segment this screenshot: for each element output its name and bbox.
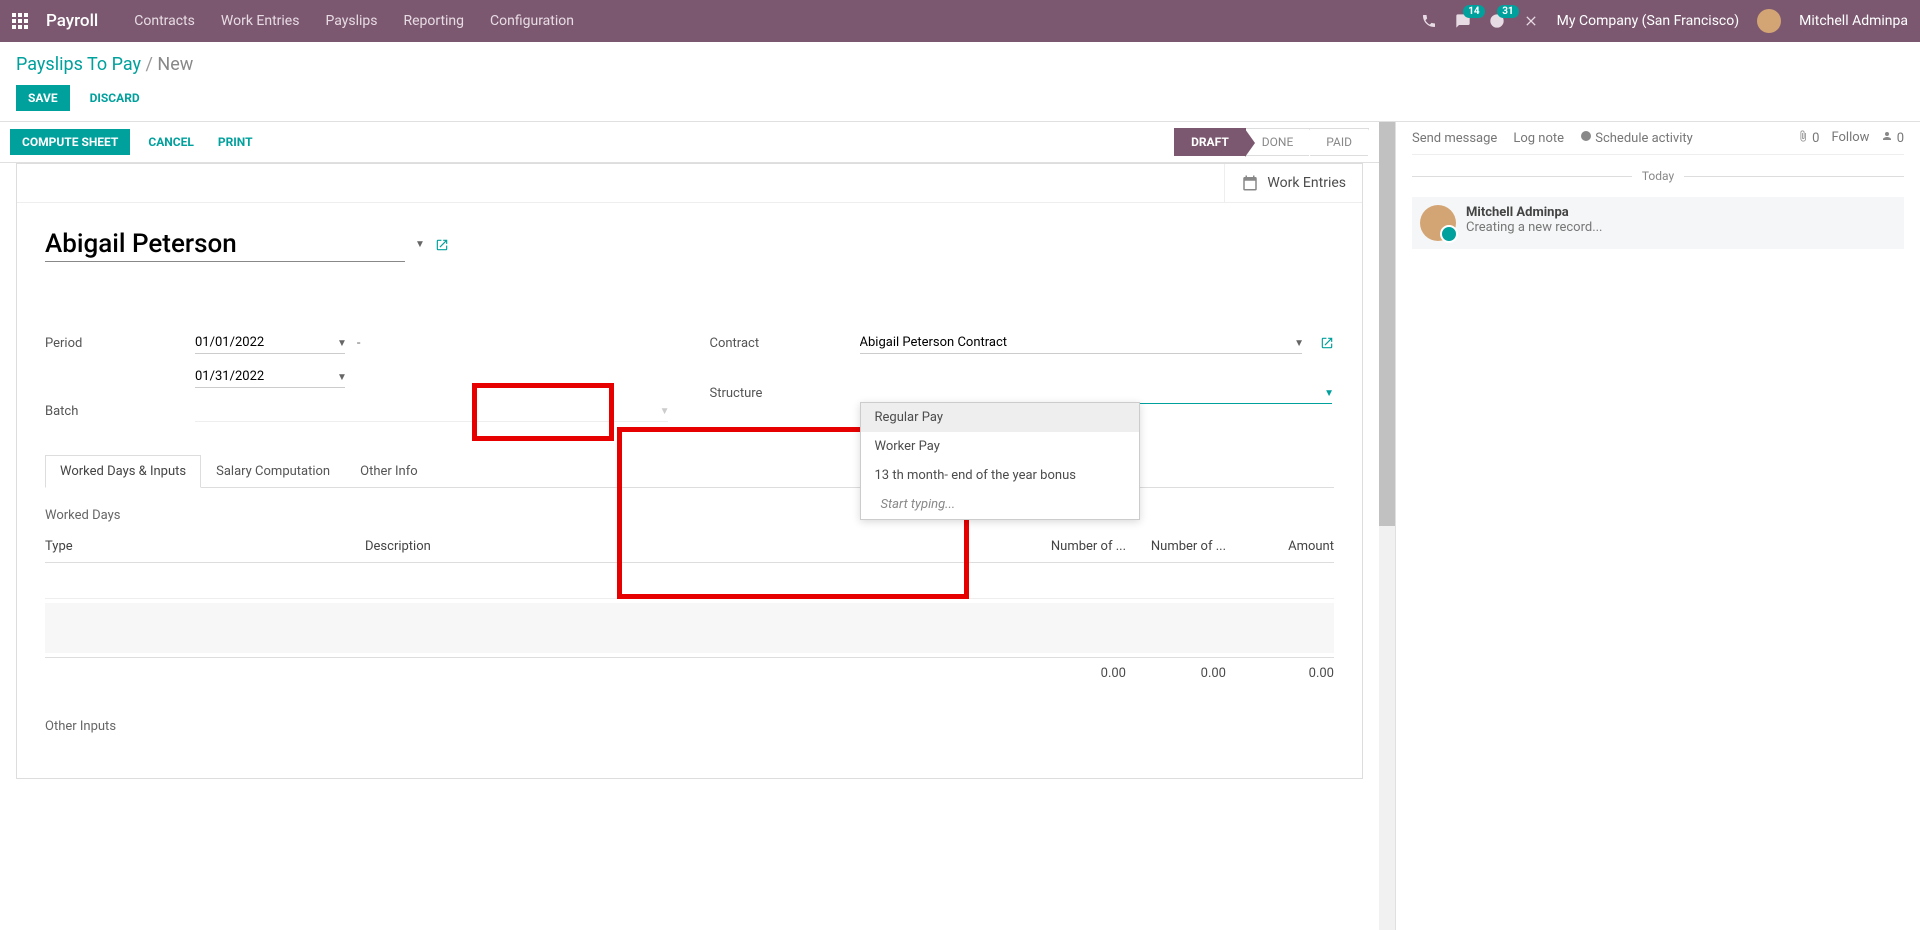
dropdown-footer: Start typing... (861, 490, 1139, 519)
total-amount: 0.00 (1234, 666, 1334, 681)
caret-down-icon[interactable]: ▼ (415, 239, 425, 250)
stage-done[interactable]: DONE (1246, 128, 1311, 156)
tabs: Worked Days & Inputs Salary Computation … (45, 454, 1334, 488)
caret-down-icon[interactable]: ▼ (337, 372, 347, 383)
nav-payslips[interactable]: Payslips (325, 13, 377, 29)
form-sheet: Work Entries ▼ Period (16, 163, 1363, 779)
apps-icon[interactable] (12, 13, 28, 29)
structure-dropdown: Regular Pay Worker Pay 13 th month- end … (860, 402, 1140, 520)
control-panel: Payslips To Pay / New SAVE DISCARD (0, 42, 1920, 122)
dropdown-option[interactable]: Worker Pay (861, 432, 1139, 461)
user-icon (1881, 130, 1893, 142)
user-avatar[interactable] (1757, 9, 1781, 33)
total-days: 0.00 (1034, 666, 1134, 681)
print-button[interactable]: PRINT (206, 129, 265, 155)
col-type: Type (45, 539, 365, 554)
worked-days-table: Type Description Number of ... Number of… (45, 531, 1334, 689)
activity-badge: 31 (1497, 5, 1518, 18)
scrollbar[interactable] (1379, 122, 1395, 930)
form-area: COMPUTE SHEET CANCEL PRINT DRAFT DONE PA… (0, 122, 1379, 930)
followers-count[interactable]: 0 (1881, 130, 1904, 146)
work-entries-button[interactable]: Work Entries (1224, 164, 1362, 202)
avatar (1420, 205, 1456, 241)
breadcrumb-root[interactable]: Payslips To Pay (16, 54, 141, 75)
dropdown-option[interactable]: 13 th month- end of the year bonus (861, 461, 1139, 490)
employee-field[interactable] (45, 227, 405, 262)
total-hours: 0.00 (1134, 666, 1234, 681)
user-name[interactable]: Mitchell Adminpa (1799, 13, 1908, 29)
top-nav: Payroll Contracts Work Entries Payslips … (0, 0, 1920, 42)
caret-down-icon[interactable]: ▼ (1324, 388, 1334, 399)
breadcrumb-current: New (157, 54, 193, 75)
date-to-field[interactable] (195, 366, 345, 388)
other-inputs-title: Other Inputs (45, 719, 1334, 734)
close-icon[interactable] (1523, 13, 1539, 29)
cancel-button[interactable]: CANCEL (136, 129, 205, 155)
caret-down-icon[interactable]: ▼ (1294, 338, 1304, 349)
tab-salary-computation[interactable]: Salary Computation (201, 455, 345, 488)
nav-menu: Contracts Work Entries Payslips Reportin… (134, 13, 574, 29)
contract-field[interactable] (860, 332, 1303, 354)
caret-down-icon[interactable]: ▼ (660, 406, 670, 417)
nav-reporting[interactable]: Reporting (403, 13, 464, 29)
col-amount: Amount (1234, 539, 1334, 554)
log-note-button[interactable]: Log note (1513, 131, 1564, 146)
chatter: Send message Log note Schedule activity … (1395, 122, 1920, 930)
clock-icon (1580, 130, 1592, 142)
attachments-count[interactable]: 0 (1797, 130, 1820, 146)
work-entries-label: Work Entries (1267, 175, 1346, 191)
table-row[interactable] (45, 603, 1334, 653)
period-label: Period (45, 336, 195, 351)
activity-icon[interactable]: 31 (1489, 13, 1505, 29)
caret-down-icon[interactable]: ▼ (337, 338, 347, 349)
breadcrumb: Payslips To Pay / New (16, 54, 1904, 75)
app-brand[interactable]: Payroll (46, 11, 98, 31)
stage-draft[interactable]: DRAFT (1174, 128, 1246, 156)
external-link-icon[interactable] (1320, 336, 1334, 350)
dropdown-option[interactable]: Regular Pay (861, 403, 1139, 432)
batch-field[interactable] (195, 400, 668, 422)
batch-label: Batch (45, 404, 195, 419)
paperclip-icon (1797, 130, 1809, 142)
save-button[interactable]: SAVE (16, 85, 70, 111)
message-body: Creating a new record... (1466, 220, 1603, 235)
status-bar: COMPUTE SHEET CANCEL PRINT DRAFT DONE PA… (0, 122, 1379, 163)
date-from-field[interactable] (195, 332, 345, 354)
tab-other-info[interactable]: Other Info (345, 455, 433, 488)
chat-badge: 14 (1463, 5, 1484, 18)
col-number-hours: Number of ... (1134, 539, 1234, 554)
schedule-activity-button[interactable]: Schedule activity (1580, 130, 1693, 146)
send-message-button[interactable]: Send message (1412, 131, 1497, 146)
col-number-days: Number of ... (1034, 539, 1134, 554)
message-author: Mitchell Adminpa (1466, 205, 1569, 220)
worked-days-title: Worked Days (45, 508, 1334, 523)
chat-icon[interactable]: 14 (1455, 13, 1471, 29)
nav-work-entries[interactable]: Work Entries (221, 13, 300, 29)
external-link-icon[interactable] (435, 238, 449, 252)
nav-configuration[interactable]: Configuration (490, 13, 574, 29)
tab-worked-days[interactable]: Worked Days & Inputs (45, 455, 201, 488)
col-description: Description (365, 539, 1034, 554)
follow-button[interactable]: Follow (1831, 130, 1869, 146)
chatter-date-separator: Today (1412, 169, 1904, 183)
company-name[interactable]: My Company (San Francisco) (1557, 13, 1739, 29)
table-row[interactable] (45, 563, 1334, 599)
compute-sheet-button[interactable]: COMPUTE SHEET (10, 129, 130, 155)
discard-button[interactable]: DISCARD (78, 85, 152, 111)
phone-icon[interactable] (1421, 13, 1437, 29)
contract-label: Contract (710, 336, 860, 351)
calendar-icon (1241, 174, 1259, 192)
nav-contracts[interactable]: Contracts (134, 13, 195, 29)
structure-field[interactable] (860, 382, 1333, 404)
chatter-message: Mitchell Adminpa Creating a new record..… (1412, 197, 1904, 249)
structure-label: Structure (710, 386, 860, 401)
